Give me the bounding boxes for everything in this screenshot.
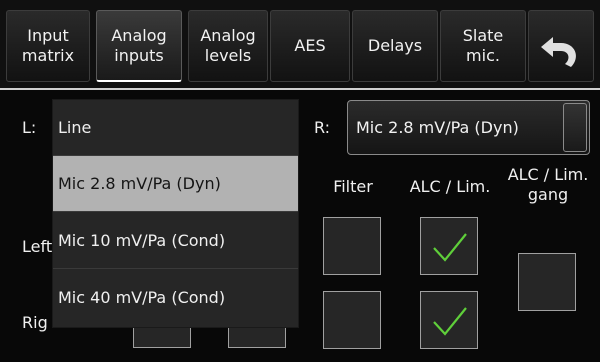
dropdown-option-mic-2-8-dyn[interactable]: Mic 2.8 mV/Pa (Dyn) (53, 156, 298, 212)
back-button[interactable] (528, 10, 594, 82)
alc-lim-gang-header: ALC / Lim. gang (507, 165, 589, 204)
tab-bar: Input matrix Analog inputs Analog levels… (0, 0, 600, 88)
tab-divider (0, 88, 600, 90)
check-icon (433, 307, 467, 336)
left-input-dropdown: Line Mic 2.8 mV/Pa (Dyn) Mic 10 mV/Pa (C… (53, 100, 298, 327)
left-filter-toggle[interactable] (323, 217, 381, 275)
right-filter-toggle[interactable] (323, 291, 381, 349)
tab-slate-mic[interactable]: Slate mic. (440, 10, 526, 82)
right-input-select[interactable]: Mic 2.8 mV/Pa (Dyn) (347, 100, 590, 155)
tab-analog-inputs[interactable]: Analog inputs (96, 10, 182, 82)
tab-input-matrix[interactable]: Input matrix (6, 10, 90, 82)
undo-arrow-icon (541, 17, 581, 76)
tab-aes[interactable]: AES (270, 10, 350, 82)
right-input-dropdown-button[interactable] (563, 103, 587, 152)
tab-delays[interactable]: Delays (352, 10, 438, 82)
right-row-label: Rig (22, 313, 48, 332)
left-row-label: Left (22, 237, 53, 256)
dropdown-option-line[interactable]: Line (53, 100, 298, 156)
right-alc-lim-toggle[interactable] (420, 291, 478, 349)
left-input-label: L: (22, 118, 37, 137)
dropdown-option-mic-10-cond[interactable]: Mic 10 mV/Pa (Cond) (53, 213, 298, 269)
alc-lim-header: ALC / Lim. (409, 177, 491, 196)
dropdown-option-mic-40-cond[interactable]: Mic 40 mV/Pa (Cond) (53, 270, 298, 326)
left-alc-lim-toggle[interactable] (420, 217, 478, 275)
check-icon (433, 233, 467, 262)
right-input-label: R: (314, 118, 331, 137)
filter-header: Filter (333, 177, 373, 196)
tab-analog-levels[interactable]: Analog levels (188, 10, 268, 82)
alc-lim-gang-toggle[interactable] (518, 253, 576, 311)
right-input-value: Mic 2.8 mV/Pa (Dyn) (356, 118, 519, 137)
